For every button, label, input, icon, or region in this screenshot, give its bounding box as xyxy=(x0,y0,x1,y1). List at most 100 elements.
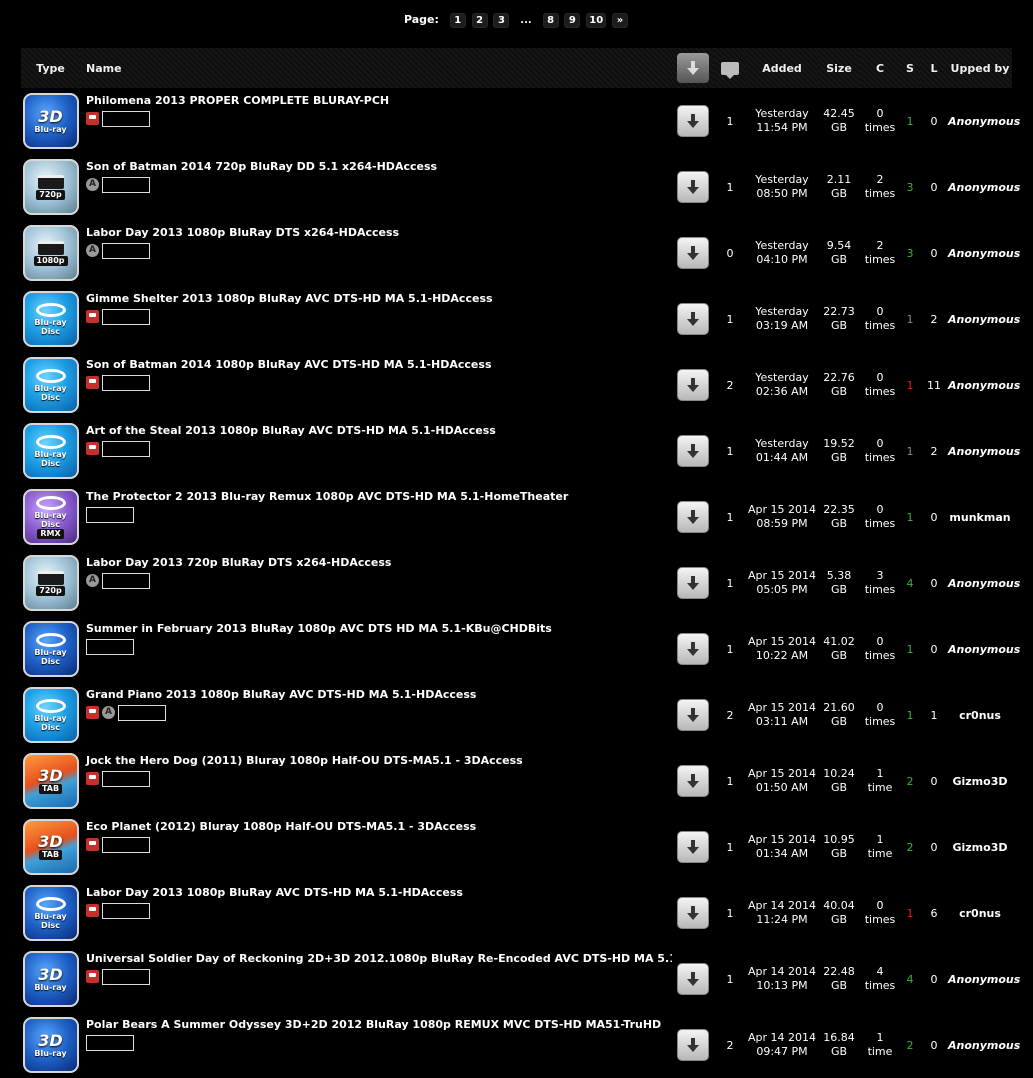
type-cell[interactable]: 3D TAB xyxy=(21,814,80,880)
seeders-count[interactable]: 4 xyxy=(900,946,920,1012)
download-button[interactable] xyxy=(677,765,709,797)
col-upped-by[interactable]: Upped by xyxy=(948,48,1012,88)
uploader-name[interactable]: cr0nus xyxy=(948,682,1012,748)
comments-count[interactable]: 1 xyxy=(714,286,746,352)
uploader-name[interactable]: Anonymous xyxy=(948,550,1020,616)
torrent-name-link[interactable]: Son of Batman 2014 720p BluRay DD 5.1 x2… xyxy=(86,160,672,173)
uploader-name[interactable]: Anonymous xyxy=(948,418,1020,484)
download-button[interactable] xyxy=(677,897,709,929)
leechers-count[interactable]: 0 xyxy=(920,814,948,880)
torrent-name-link[interactable]: The Protector 2 2013 Blu-ray Remux 1080p… xyxy=(86,490,672,503)
torrent-name-link[interactable]: Grand Piano 2013 1080p BluRay AVC DTS-HD… xyxy=(86,688,672,701)
type-cell[interactable]: Blu-ray Disc xyxy=(21,352,80,418)
torrent-name-link[interactable]: Labor Day 2013 720p BluRay DTS x264-HDAc… xyxy=(86,556,672,569)
uploader-name[interactable]: cr0nus xyxy=(948,880,1012,946)
comments-count[interactable]: 0 xyxy=(714,220,746,286)
download-button[interactable] xyxy=(677,435,709,467)
next-page-link[interactable]: » xyxy=(612,13,628,28)
col-completed[interactable]: C xyxy=(860,48,900,88)
seeders-count[interactable]: 1 xyxy=(900,88,920,154)
download-button[interactable] xyxy=(677,963,709,995)
comments-count[interactable]: 1 xyxy=(714,418,746,484)
type-cell[interactable]: Blu-ray Disc RMX xyxy=(21,484,80,550)
torrent-name-link[interactable]: Eco Planet (2012) Bluray 1080p Half-OU D… xyxy=(86,820,672,833)
type-cell[interactable]: Blu-ray Disc xyxy=(21,880,80,946)
download-button[interactable] xyxy=(677,501,709,533)
type-cell[interactable]: 1080p xyxy=(21,220,80,286)
comments-count[interactable]: 1 xyxy=(714,814,746,880)
uploader-name[interactable]: Anonymous xyxy=(948,1012,1020,1078)
leechers-count[interactable]: 2 xyxy=(920,418,948,484)
download-button[interactable] xyxy=(677,567,709,599)
type-cell[interactable]: 3D Blu-ray xyxy=(21,88,80,154)
page-link-8[interactable]: 8 xyxy=(542,13,559,28)
type-cell[interactable]: Blu-ray Disc xyxy=(21,616,80,682)
type-cell[interactable]: Blu-ray Disc xyxy=(21,682,80,748)
leechers-count[interactable]: 0 xyxy=(920,484,948,550)
comments-count[interactable]: 1 xyxy=(714,484,746,550)
download-button[interactable] xyxy=(677,1029,709,1061)
torrent-name-link[interactable]: Polar Bears A Summer Odyssey 3D+2D 2012 … xyxy=(86,1018,672,1031)
uploader-name[interactable]: Anonymous xyxy=(948,286,1020,352)
type-cell[interactable]: 3D TAB xyxy=(21,748,80,814)
type-cell[interactable]: 720p xyxy=(21,154,80,220)
page-link-9[interactable]: 9 xyxy=(564,13,581,28)
comments-count[interactable]: 1 xyxy=(714,946,746,1012)
seeders-count[interactable]: 1 xyxy=(900,352,920,418)
torrent-name-link[interactable]: Art of the Steal 2013 1080p BluRay AVC D… xyxy=(86,424,672,437)
seeders-count[interactable]: 1 xyxy=(900,484,920,550)
col-seeders[interactable]: S xyxy=(900,48,920,88)
torrent-name-link[interactable]: Philomena 2013 PROPER COMPLETE BLURAY-PC… xyxy=(86,94,672,107)
uploader-name[interactable]: Anonymous xyxy=(948,220,1020,286)
youtube-icon[interactable] xyxy=(86,112,99,125)
download-button[interactable] xyxy=(677,237,709,269)
leechers-count[interactable]: 0 xyxy=(920,154,948,220)
type-cell[interactable]: 3D Blu-ray xyxy=(21,946,80,1012)
comments-count[interactable]: 2 xyxy=(714,682,746,748)
uploader-name[interactable]: Anonymous xyxy=(948,154,1020,220)
page-link-1[interactable]: 1 xyxy=(449,13,466,28)
leechers-count[interactable]: 6 xyxy=(920,880,948,946)
youtube-icon[interactable] xyxy=(86,904,99,917)
youtube-icon[interactable] xyxy=(86,706,99,719)
download-button[interactable] xyxy=(677,831,709,863)
seeders-count[interactable]: 1 xyxy=(900,682,920,748)
seeders-count[interactable]: 1 xyxy=(900,616,920,682)
col-name[interactable]: Name xyxy=(80,48,672,88)
torrent-name-link[interactable]: Son of Batman 2014 1080p BluRay AVC DTS-… xyxy=(86,358,672,371)
download-button[interactable] xyxy=(677,303,709,335)
uploader-name[interactable]: Anonymous xyxy=(948,616,1020,682)
seeders-count[interactable]: 2 xyxy=(900,814,920,880)
page-link-10[interactable]: 10 xyxy=(586,13,607,28)
youtube-icon[interactable] xyxy=(86,772,99,785)
col-leechers[interactable]: L xyxy=(920,48,948,88)
comments-count[interactable]: 1 xyxy=(714,154,746,220)
col-size[interactable]: Size xyxy=(818,48,860,88)
col-comments[interactable] xyxy=(714,48,746,88)
download-button[interactable] xyxy=(677,633,709,665)
seeders-count[interactable]: 1 xyxy=(900,418,920,484)
uploader-name[interactable]: Anonymous xyxy=(948,946,1020,1012)
seeders-count[interactable]: 1 xyxy=(900,286,920,352)
youtube-icon[interactable] xyxy=(86,970,99,983)
uploader-name[interactable]: Gizmo3D xyxy=(948,814,1012,880)
leechers-count[interactable]: 11 xyxy=(920,352,948,418)
leechers-count[interactable]: 0 xyxy=(920,748,948,814)
seeders-count[interactable]: 1 xyxy=(900,880,920,946)
uploader-name[interactable]: Anonymous xyxy=(948,352,1020,418)
comments-count[interactable]: 1 xyxy=(714,880,746,946)
uploader-name[interactable]: Anonymous xyxy=(948,88,1020,154)
type-cell[interactable]: Blu-ray Disc xyxy=(21,418,80,484)
torrent-name-link[interactable]: Universal Soldier Day of Reckoning 2D+3D… xyxy=(86,952,672,965)
seeders-count[interactable]: 3 xyxy=(900,154,920,220)
page-link-3[interactable]: 3 xyxy=(493,13,510,28)
leechers-count[interactable]: 0 xyxy=(920,88,948,154)
youtube-icon[interactable] xyxy=(86,310,99,323)
uploader-name[interactable]: Gizmo3D xyxy=(948,748,1012,814)
download-button[interactable] xyxy=(677,105,709,137)
download-button[interactable] xyxy=(677,369,709,401)
seeders-count[interactable]: 4 xyxy=(900,550,920,616)
col-added[interactable]: Added xyxy=(746,48,818,88)
download-button[interactable] xyxy=(677,699,709,731)
uploader-name[interactable]: munkman xyxy=(948,484,1012,550)
